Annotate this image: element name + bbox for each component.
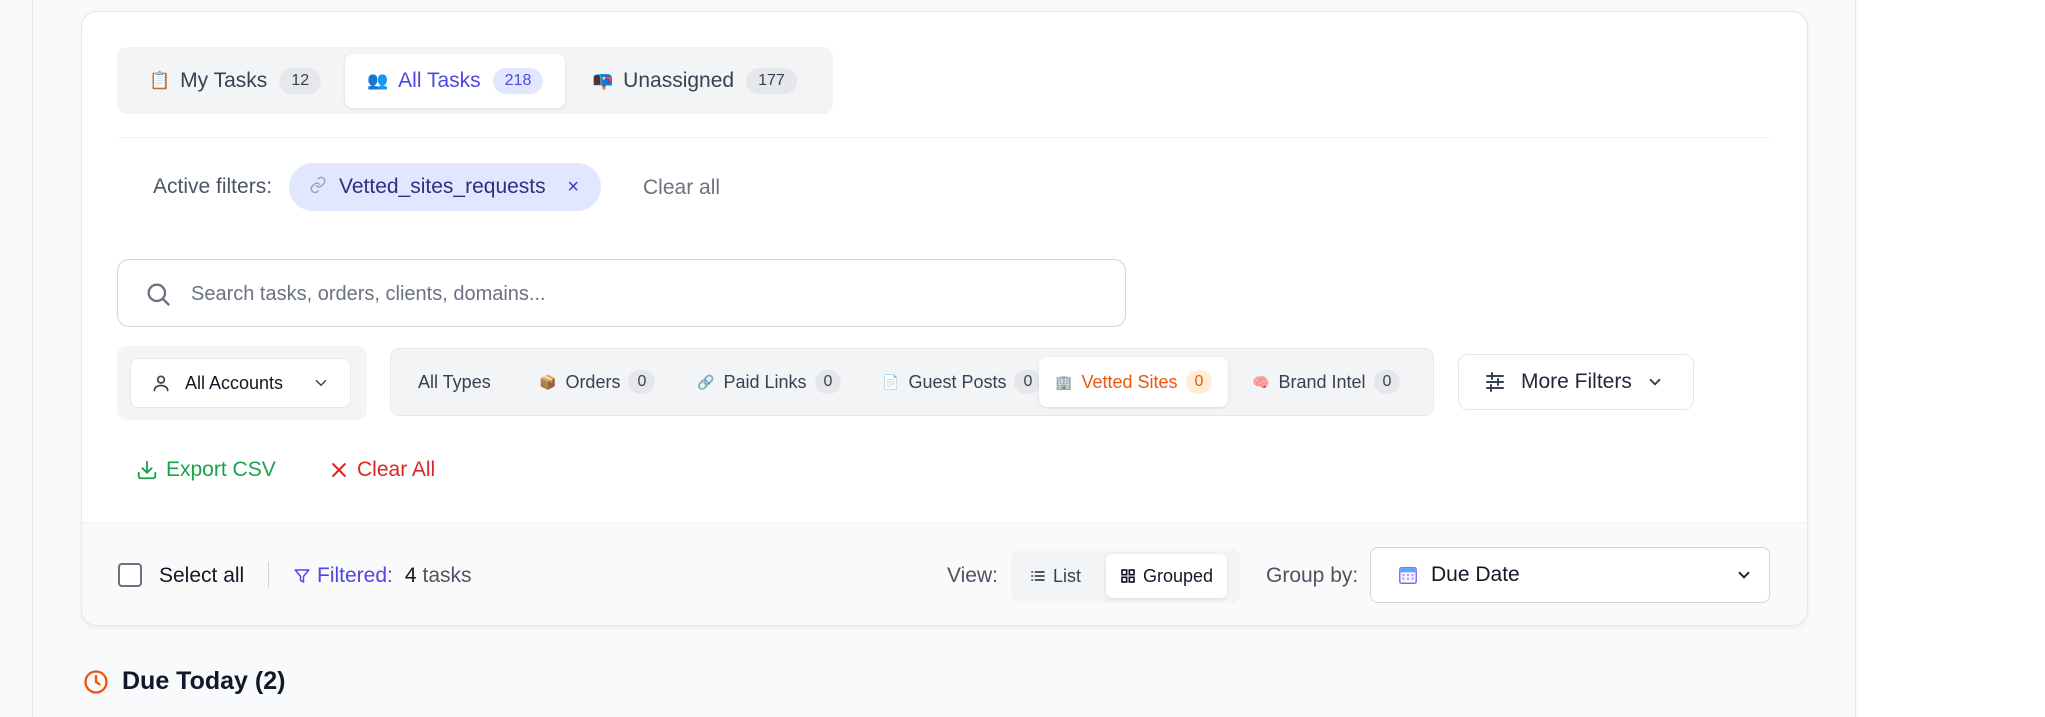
brain-icon: 🧠	[1252, 373, 1270, 390]
type-label: Paid Links	[723, 371, 807, 392]
list-icon	[1031, 571, 1045, 581]
type-label: All Types	[418, 371, 491, 392]
people-icon: 👥	[367, 71, 389, 90]
tab-my-tasks[interactable]: 📋 My Tasks 12	[127, 54, 343, 108]
type-guest-posts[interactable]: 📄 Guest Posts 0	[866, 357, 1057, 407]
tab-label: All Tasks	[398, 69, 481, 92]
select-all-checkbox[interactable]	[118, 563, 142, 587]
remove-filter-close-icon[interactable]: ×	[567, 176, 579, 199]
link-icon	[309, 176, 327, 199]
right-gutter	[1857, 0, 2045, 717]
view-toggle: List Grouped	[1011, 549, 1240, 603]
export-csv-label: Export CSV	[166, 458, 276, 481]
account-select[interactable]: All Accounts	[130, 358, 351, 408]
type-count-badge: 0	[1014, 370, 1042, 394]
sliders-icon	[1486, 372, 1504, 392]
tab-label: Unassigned	[623, 69, 735, 92]
clear-all-label: Clear All	[357, 458, 436, 481]
export-csv-button[interactable]: Export CSV	[136, 458, 276, 482]
account-select-value: All Accounts	[185, 372, 284, 393]
view-grouped-button[interactable]: Grouped	[1106, 554, 1228, 598]
view-grouped-label: Grouped	[1143, 565, 1214, 586]
chevron-down-icon	[1649, 378, 1661, 386]
chevron-down-icon	[1738, 571, 1750, 579]
view-list-button[interactable]: List	[1016, 554, 1095, 598]
grid-icon	[1121, 569, 1135, 583]
type-label: Vetted Sites	[1081, 371, 1178, 392]
active-filter-chip: Vetted_sites_requests ×	[289, 163, 601, 211]
group-by-label: Group by:	[1266, 564, 1359, 587]
select-all-label[interactable]: Select all	[159, 564, 244, 588]
filtered-unit: tasks	[422, 564, 472, 587]
filter-chip-label: Vetted_sites_requests	[339, 175, 546, 198]
view-list-label: List	[1053, 565, 1082, 586]
tab-all-tasks[interactable]: 👥 All Tasks 218	[345, 54, 566, 108]
clear-all-button[interactable]: Clear All	[329, 458, 435, 482]
search-input[interactable]	[191, 272, 1091, 316]
type-all-types[interactable]: All Types	[402, 357, 507, 407]
mailbox-icon: 📭	[592, 71, 614, 90]
tab-count-badge: 12	[279, 68, 322, 94]
task-scope-tabs: 📋 My Tasks 12 👥 All Tasks 218 📭 Unassign…	[117, 47, 833, 114]
view-label: View:	[947, 564, 998, 587]
type-paid-links[interactable]: 🔗 Paid Links 0	[681, 357, 857, 407]
section-title: Due Today (2)	[122, 667, 286, 695]
group-by-select[interactable]: Due Date	[1370, 547, 1770, 603]
group-by-value: Due Date	[1431, 563, 1520, 586]
filter-icon	[294, 569, 310, 583]
download-icon	[137, 460, 157, 480]
filtered-label: Filtered:	[317, 564, 393, 587]
type-label: Brand Intel	[1278, 371, 1366, 392]
clipboard-icon: 📋	[149, 71, 171, 90]
tab-count-badge: 218	[492, 68, 544, 94]
active-filters-label: Active filters:	[153, 175, 273, 198]
type-label: Orders	[565, 371, 621, 392]
more-filters-label: More Filters	[1521, 370, 1632, 393]
more-filters-button[interactable]: More Filters	[1458, 354, 1694, 410]
link-icon: 🔗	[697, 373, 715, 390]
type-orders[interactable]: 📦 Orders 0	[523, 357, 671, 407]
tab-label: My Tasks	[180, 69, 268, 92]
type-count-badge: 0	[814, 370, 842, 394]
task-type-filter-bar: All Types 📦 Orders 0 🔗 Paid Links 0 📄 Gu…	[390, 348, 1434, 416]
tab-count-badge: 177	[746, 68, 797, 94]
type-count-badge: 0	[1185, 370, 1213, 394]
chevron-down-icon	[315, 380, 327, 387]
type-brand-intel[interactable]: 🧠 Brand Intel 0	[1236, 357, 1416, 407]
divider	[117, 137, 1770, 138]
document-icon: 📄	[882, 373, 900, 390]
filtered-count-value: 4	[404, 564, 417, 587]
type-label: Guest Posts	[908, 371, 1007, 392]
search-icon	[147, 283, 170, 306]
user-icon	[153, 375, 169, 392]
clear-all-filters-link[interactable]: Clear all	[643, 176, 720, 200]
type-count-badge: 0	[1373, 370, 1401, 394]
tab-unassigned[interactable]: 📭 Unassigned 177	[570, 54, 819, 108]
close-icon	[332, 463, 346, 477]
building-icon: 🏢	[1055, 373, 1073, 390]
type-vetted-sites[interactable]: 🏢 Vetted Sites 0	[1039, 357, 1229, 407]
clock-icon	[84, 669, 108, 694]
type-count-badge: 0	[628, 370, 656, 394]
divider	[268, 562, 269, 588]
search-box	[117, 259, 1126, 327]
calendar-icon	[1399, 566, 1417, 584]
due-today-section-header: Due Today (2)	[82, 667, 285, 696]
package-icon: 📦	[539, 373, 557, 390]
account-filter-wrap: All Accounts	[117, 346, 367, 420]
filtered-count: Filtered: 4 tasks	[293, 564, 472, 588]
